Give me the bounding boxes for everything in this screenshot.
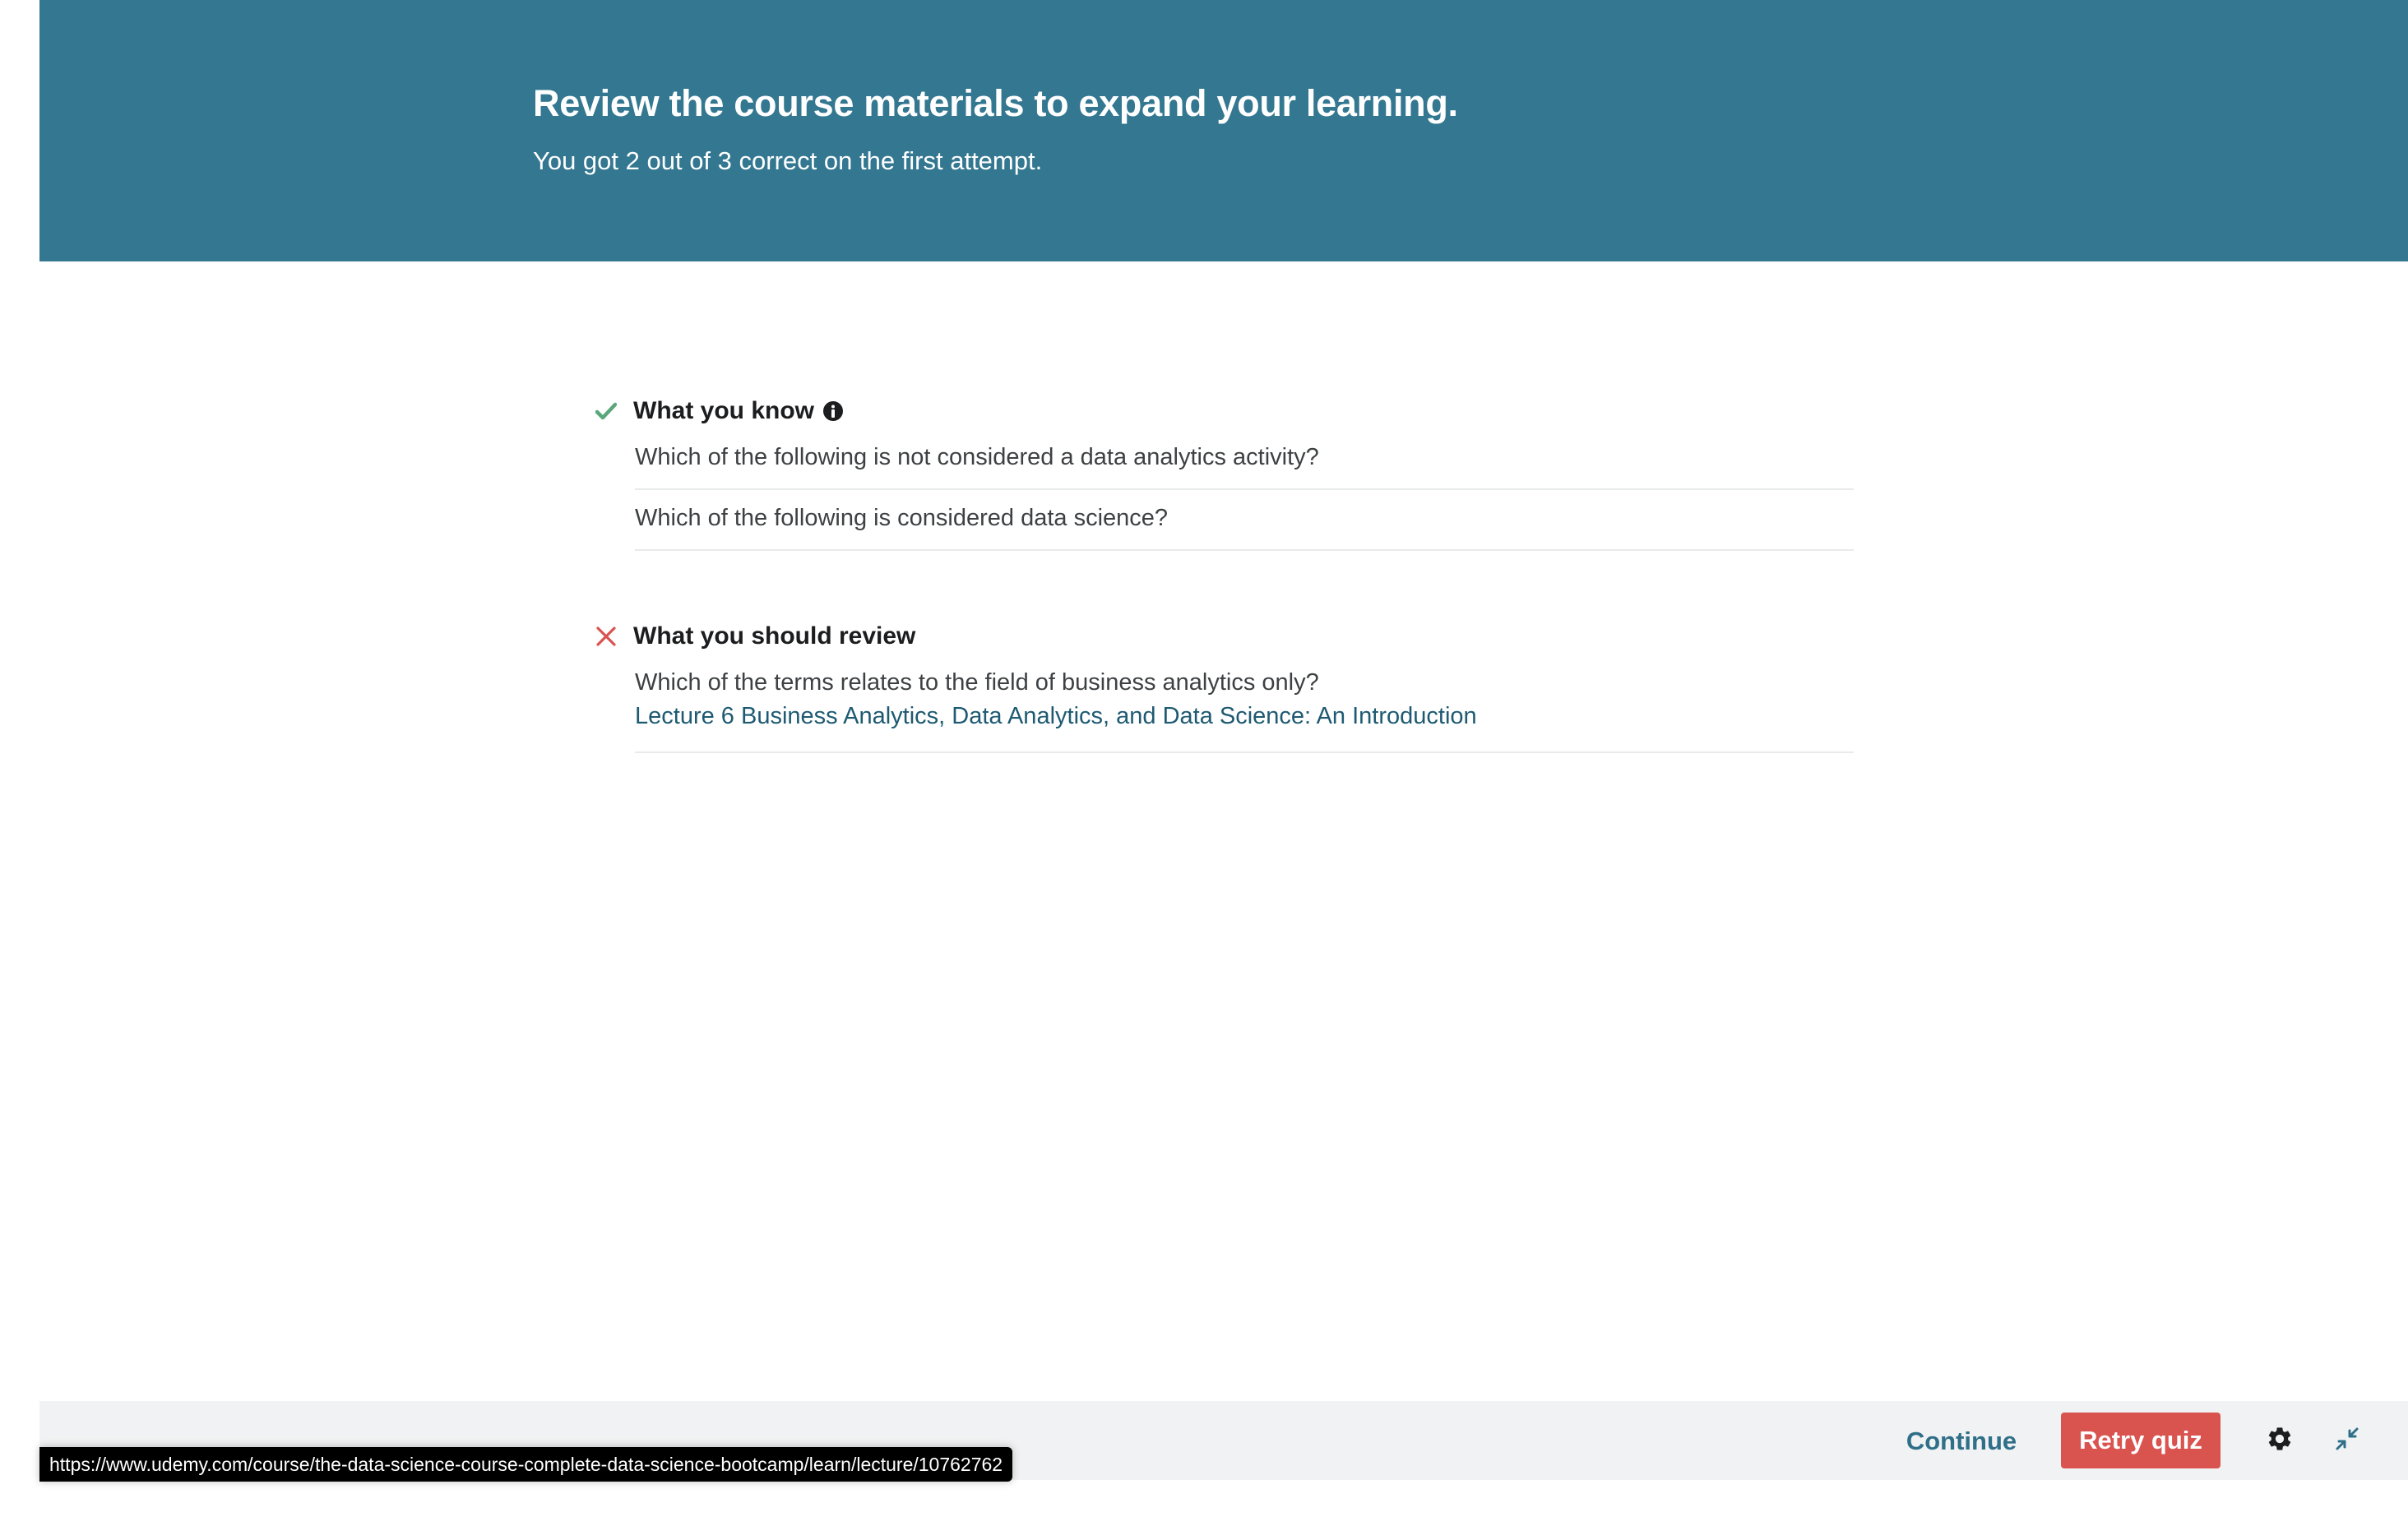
question-text: Which of the following is considered dat… xyxy=(635,505,1169,531)
what-you-should-review-header: What you should review xyxy=(594,618,1854,654)
what-you-know-header: What you know xyxy=(594,393,1854,429)
what-you-know-section: What you know Which of the following is … xyxy=(594,393,1854,551)
list-item: Which of the following is considered dat… xyxy=(635,490,1854,551)
settings-button[interactable] xyxy=(2263,1424,2296,1457)
score-summary: You got 2 out of 3 correct on the first … xyxy=(533,146,1043,175)
what-you-should-review-title: What you should review xyxy=(633,622,916,650)
lecture-link[interactable]: Lecture 6 Business Analytics, Data Analy… xyxy=(635,699,1854,733)
collapse-icon xyxy=(2334,1426,2360,1456)
gear-icon xyxy=(2266,1425,2294,1457)
check-icon xyxy=(594,399,618,423)
list-item: Which of the terms relates to the field … xyxy=(635,654,1854,753)
info-icon[interactable] xyxy=(822,400,844,422)
continue-button[interactable]: Continue xyxy=(1888,1414,2035,1468)
retry-quiz-button[interactable]: Retry quiz xyxy=(2061,1413,2220,1468)
status-bar-url: https://www.udemy.com/course/the-data-sc… xyxy=(39,1447,1013,1482)
left-edge xyxy=(0,0,39,1526)
list-item: Which of the following is not considered… xyxy=(635,429,1854,490)
exit-fullscreen-button[interactable] xyxy=(2331,1424,2364,1457)
what-you-should-review-section: What you should review Which of the term… xyxy=(594,618,1854,753)
page-title: Review the course materials to expand yo… xyxy=(533,82,1458,124)
cross-icon xyxy=(594,624,618,649)
what-you-know-title: What you know xyxy=(633,397,814,424)
question-text: Which of the following is not considered… xyxy=(635,444,1319,470)
results-banner: Review the course materials to expand yo… xyxy=(39,0,2408,261)
question-text: Which of the terms relates to the field … xyxy=(635,669,1319,696)
